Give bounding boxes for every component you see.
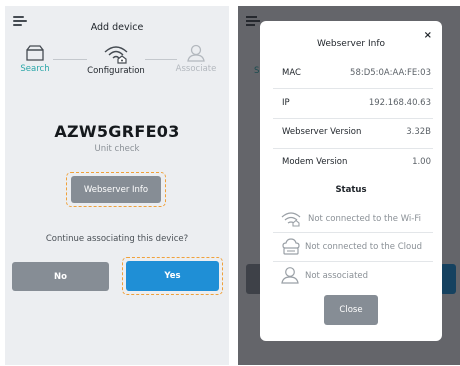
step-search: Search — [17, 44, 53, 74]
info-key: MAC — [282, 68, 301, 78]
user-icon — [187, 44, 205, 62]
wifi-device-icon — [104, 46, 128, 64]
info-row-modem-version: Modem Version 1.00 — [273, 148, 433, 176]
progress-stepper: Search Configuration Associate — [5, 44, 229, 88]
close-button[interactable]: Close — [324, 295, 378, 325]
info-key: Modem Version — [282, 157, 348, 167]
info-value: 3.32B — [406, 127, 431, 137]
user-icon — [281, 267, 299, 284]
status-association: Not associated — [280, 265, 430, 287]
info-row-mac: MAC 58:D5:0A:AA:FE:03 — [273, 59, 433, 87]
step-configuration: Configuration — [81, 44, 151, 76]
divider — [273, 261, 433, 262]
divider — [273, 232, 433, 233]
info-key: IP — [282, 98, 290, 108]
step-label: Search — [20, 64, 50, 74]
close-icon[interactable]: × — [424, 31, 432, 41]
info-value: 58:D5:0A:AA:FE:03 — [350, 68, 431, 78]
yes-button[interactable]: Yes — [126, 261, 219, 291]
no-button[interactable]: No — [12, 262, 109, 291]
associate-question: Continue associating this device? — [45, 234, 189, 244]
info-value: 192.168.40.63 — [368, 98, 431, 108]
info-row-ip: IP 192.168.40.63 — [273, 89, 433, 117]
status-cloud: Not connected to the Cloud — [280, 236, 430, 258]
status-heading: Status — [335, 185, 367, 195]
status-text: Not connected to the Wi-Fi — [308, 214, 421, 224]
modal-title: Webserver Info — [316, 39, 385, 49]
status-text: Not connected to the Cloud — [305, 242, 422, 252]
add-device-screen: Add device Search Configuration Associat… — [5, 6, 229, 365]
info-key: Webserver Version — [282, 127, 362, 137]
wifi-icon — [281, 212, 301, 227]
page-title: Add device — [90, 22, 144, 33]
info-row-webserver-version: Webserver Version 3.32B — [273, 118, 433, 146]
status-text: Not associated — [305, 271, 369, 281]
info-value: 1.00 — [412, 157, 431, 167]
webserver-info-button[interactable]: Webserver Info — [71, 176, 161, 203]
webserver-info-screen: S Webserver Info × MAC 58:D5:0A:AA:FE:03… — [238, 6, 460, 365]
step-label: Configuration — [87, 66, 145, 76]
step-label: Associate — [175, 64, 217, 74]
device-subtitle: Unit check — [94, 144, 140, 154]
device-id: AZW5GRFE03 — [54, 122, 180, 141]
step-associate: Associate — [169, 44, 223, 74]
webserver-info-modal: Webserver Info × MAC 58:D5:0A:AA:FE:03 I… — [260, 21, 442, 341]
box-icon — [26, 45, 44, 61]
status-wifi: Not connected to the Wi-Fi — [280, 208, 430, 230]
cloud-icon — [282, 238, 300, 255]
